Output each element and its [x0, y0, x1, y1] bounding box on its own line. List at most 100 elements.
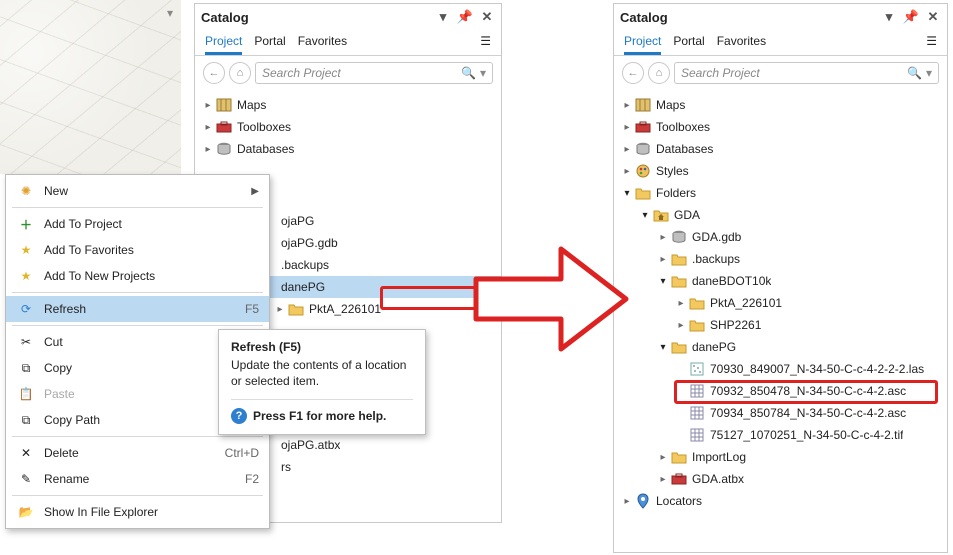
tree-node-gdb[interactable]: ▸GDA.gdb [614, 226, 947, 248]
menu-separator [12, 436, 263, 437]
tab-project[interactable]: Project [624, 34, 661, 55]
tree-node-shp[interactable]: ▸SHP2261 [614, 314, 947, 336]
tree-label: SHP2261 [710, 318, 761, 332]
paste-icon: 📋 [16, 387, 36, 401]
menu-refresh[interactable]: ⟳ Refresh F5 [6, 296, 269, 322]
menu-add-to-project[interactable]: ＋ Add To Project [6, 211, 269, 237]
menu-show-in-explorer[interactable]: 📂 Show In File Explorer [6, 499, 269, 525]
cut-icon: ✂ [16, 335, 36, 349]
tree-label: rs [281, 460, 291, 474]
tooltip-refresh: Refresh (F5) Update the contents of a lo… [218, 329, 426, 435]
copy-icon: ⧉ [16, 361, 36, 376]
menu-icon[interactable]: ☰ [926, 34, 937, 55]
search-input[interactable]: Search Project 🔍 ▾ [674, 62, 939, 84]
home-button[interactable]: ⌂ [229, 62, 251, 84]
raster-icon [688, 383, 706, 399]
tree-node-toolboxes[interactable]: ▸ Toolboxes [195, 116, 501, 138]
map-canvas[interactable]: ▾ [0, 0, 181, 174]
tree-label: Databases [237, 142, 294, 156]
panel-header: Catalog ▾ 📌 ✕ [614, 4, 947, 30]
tab-favorites[interactable]: Favorites [298, 34, 347, 55]
help-icon: ? [231, 408, 247, 424]
folder-icon [688, 295, 706, 311]
tree-label: Locators [656, 494, 702, 508]
home-button[interactable]: ⌂ [648, 62, 670, 84]
tree-node-maps[interactable]: ▸Maps [614, 94, 947, 116]
close-icon[interactable]: ✕ [925, 9, 941, 25]
tree-file-tif[interactable]: 75127_1070251_N-34-50-C-c-4-2.tif [614, 424, 947, 446]
tree-node-folders[interactable]: ▾Folders [614, 182, 947, 204]
expand-icon: ▸ [201, 122, 215, 133]
menu-label: Copy [44, 361, 217, 375]
tree-label: 70930_849007_N-34-50-C-c-4-2-2-2.las [710, 362, 924, 376]
panel-header: Catalog ▾ 📌 ✕ [195, 4, 501, 30]
search-icon: 🔍 [461, 66, 476, 80]
tree-label: 70932_850478_N-34-50-C-c-4-2.asc [710, 384, 906, 398]
tree-node-atbx[interactable]: ▸GDA.atbx [614, 468, 947, 490]
dropdown-icon[interactable]: ▾ [435, 9, 451, 25]
tree-label: GDA.gdb [692, 230, 741, 244]
tree-file-asc[interactable]: 70932_850478_N-34-50-C-c-4-2.asc [614, 380, 947, 402]
tree-node-gda[interactable]: ▾GDA [614, 204, 947, 226]
pin-icon[interactable]: 📌 [903, 9, 919, 25]
tree-node-pkta[interactable]: ▸PktA_226101 [614, 292, 947, 314]
panel-tabs: Project Portal Favorites ☰ [195, 30, 501, 56]
back-button[interactable]: ← [203, 62, 225, 84]
menu-label: Add To Favorites [44, 243, 259, 257]
folder-open-icon: 📂 [16, 505, 36, 519]
refresh-icon: ⟳ [16, 302, 36, 316]
tree-label: PktA_226101 [309, 302, 381, 316]
tab-favorites[interactable]: Favorites [717, 34, 766, 55]
tree-label: GDA [674, 208, 700, 222]
delete-icon: ✕ [16, 446, 36, 460]
menu-rename[interactable]: ✎ Rename F2 [6, 466, 269, 492]
pin-icon[interactable]: 📌 [457, 9, 473, 25]
tree-file-asc[interactable]: 70934_850784_N-34-50-C-c-4-2.asc [614, 402, 947, 424]
search-input[interactable]: Search Project 🔍 ▾ [255, 62, 493, 84]
folder-icon [670, 449, 688, 465]
menu-new[interactable]: ✺ New ▶ [6, 178, 269, 204]
folder-icon [634, 185, 652, 201]
menu-add-to-new-projects[interactable]: ★ Add To New Projects [6, 263, 269, 289]
tab-project[interactable]: Project [205, 34, 242, 55]
database-icon [634, 141, 652, 157]
menu-icon[interactable]: ☰ [480, 34, 491, 55]
tree-node-toolboxes[interactable]: ▸Toolboxes [614, 116, 947, 138]
close-icon[interactable]: ✕ [479, 9, 495, 25]
toolbox-icon [215, 119, 233, 135]
menu-label: New [44, 184, 245, 198]
menu-add-to-favorites[interactable]: ★ Add To Favorites [6, 237, 269, 263]
panel-header-buttons: ▾ 📌 ✕ [435, 9, 495, 25]
tree-label: ImportLog [692, 450, 746, 464]
las-icon [688, 361, 706, 377]
maps-icon [215, 97, 233, 113]
tree-node-danebdot[interactable]: ▾daneBDOT10k [614, 270, 947, 292]
dropdown-icon[interactable]: ▾ [881, 9, 897, 25]
styles-icon [634, 163, 652, 179]
menu-delete[interactable]: ✕ Delete Ctrl+D [6, 440, 269, 466]
expand-icon: ▸ [201, 100, 215, 111]
tree-label: GDA.atbx [692, 472, 744, 486]
tree-node-databases[interactable]: ▸ Databases [195, 138, 501, 160]
back-button[interactable]: ← [622, 62, 644, 84]
tab-portal[interactable]: Portal [673, 34, 704, 55]
menu-label: Show In File Explorer [44, 505, 259, 519]
tree-node-databases[interactable]: ▸Databases [614, 138, 947, 160]
folder-icon [287, 301, 305, 317]
tree-file-las[interactable]: 70930_849007_N-34-50-C-c-4-2-2-2.las [614, 358, 947, 380]
tree-node-importlog[interactable]: ▸ImportLog [614, 446, 947, 468]
tree-label: 75127_1070251_N-34-50-C-c-4-2.tif [710, 428, 903, 442]
tree-node-backups[interactable]: ▸.backups [614, 248, 947, 270]
menu-label: Paste [44, 387, 217, 401]
menu-separator [12, 207, 263, 208]
copy-path-icon: ⧉ [16, 413, 36, 428]
tree-node-maps[interactable]: ▸ Maps [195, 94, 501, 116]
tree-node-danepg[interactable]: ▾danePG [614, 336, 947, 358]
folder-icon [670, 273, 688, 289]
tab-portal[interactable]: Portal [254, 34, 285, 55]
tree-node-locators[interactable]: ▸Locators [614, 490, 947, 512]
locator-icon [634, 493, 652, 509]
tree-node-styles[interactable]: ▸Styles [614, 160, 947, 182]
tree-label: danePG [692, 340, 736, 354]
tree-label: Toolboxes [656, 120, 710, 134]
